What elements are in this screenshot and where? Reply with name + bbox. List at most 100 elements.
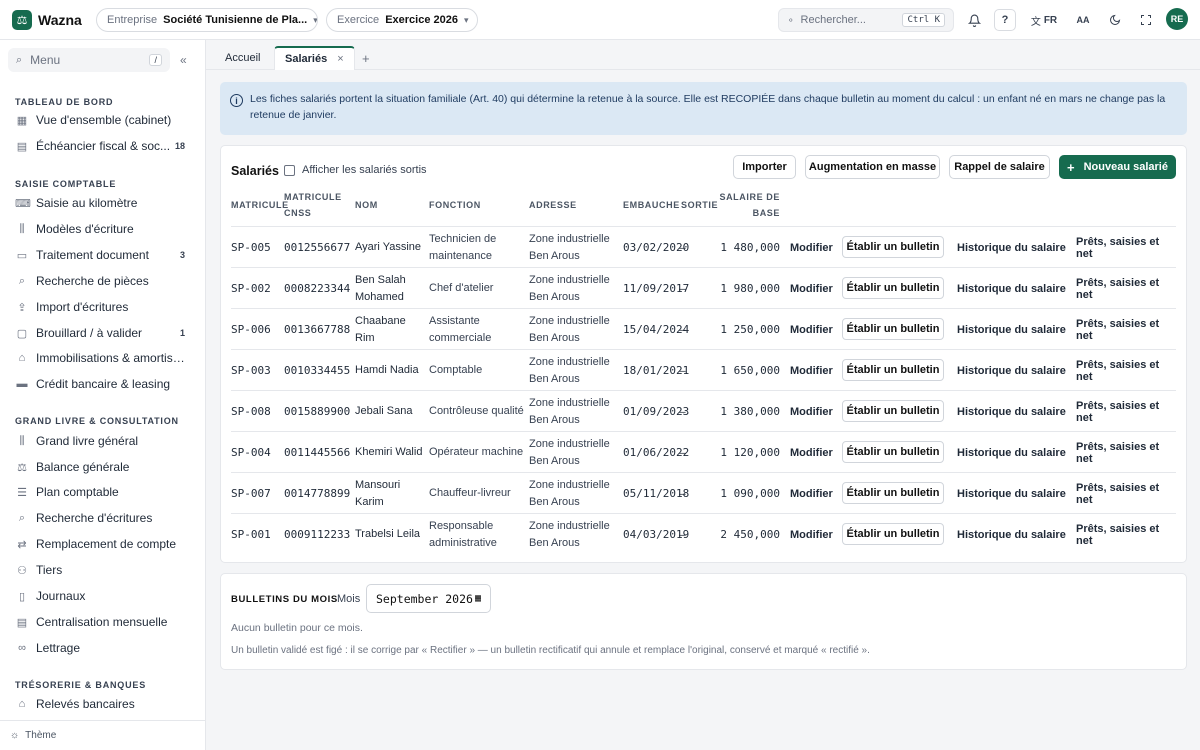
sidebar-item[interactable]: ⌕ Recherche d'écritures [8,506,192,530]
hire-date-cell: 11/09/2017 [623,281,690,295]
edit-link[interactable]: Modifier [790,391,833,432]
sidebar-item[interactable]: ☰ Plan comptable [8,480,192,504]
mass-raise-button[interactable]: Augmentation en masse [805,155,940,179]
tab-salaries[interactable]: Salariés × [274,46,355,70]
salary-history-link[interactable]: Historique du salaire [957,391,1066,432]
avatar[interactable]: RE [1166,8,1188,30]
sidebar-item[interactable]: ▤ Échéancier fiscal & soc... 18 [8,134,192,158]
close-icon[interactable]: × [337,53,343,65]
edit-link[interactable]: Modifier [790,473,833,514]
create-payslip-button[interactable]: Établir un bulletin [842,277,944,299]
table-row: SP-008 0015889900 Jebali Sana Contrôleuse q… [231,390,1176,431]
edit-link[interactable]: Modifier [790,350,833,391]
salary-history-link[interactable]: Historique du salaire [957,350,1066,391]
edit-link[interactable]: Modifier [790,514,833,555]
exit-date-cell: — [679,404,686,418]
import-button[interactable]: Importer [733,155,796,179]
sidebar-item[interactable]: ⌂ Immobilisations & amortisse... [8,346,192,370]
salary-history-link[interactable]: Historique du salaire [957,514,1066,555]
sidebar-item-label: Balance générale [36,460,130,474]
function-cell: Assistante commerciale [429,315,492,344]
loans-link[interactable]: Prêts, saisies et net [1076,432,1176,473]
sidebar-item[interactable]: ▢ Brouillard / à valider 1 [8,321,192,345]
collapse-sidebar-icon[interactable]: « [180,53,187,67]
sidebar-item[interactable]: ⇪ Import d'écritures [8,295,192,319]
sidebar-item[interactable]: ∞ Lettrage [8,636,192,660]
edit-link[interactable]: Modifier [790,227,833,268]
text-size-button[interactable]: AA [1074,10,1092,30]
loans-link[interactable]: Prêts, saisies et net [1076,514,1176,555]
sidebar-item-label: Crédit bancaire & leasing [36,377,171,391]
exercice-selector[interactable]: Exercice Exercice 2026 ▾ [326,8,478,32]
sidebar-item[interactable]: ▭ Traitement document 3 [8,243,192,267]
loans-link[interactable]: Prêts, saisies et net [1076,473,1176,514]
moon-icon[interactable] [1107,10,1123,30]
salary-history-link[interactable]: Historique du salaire [957,309,1066,350]
month-picker-input[interactable]: September 2026 ▦ [366,584,491,613]
sidebar-item[interactable]: ⌕ Recherche de pièces [8,269,192,293]
fullscreen-icon[interactable] [1138,10,1154,30]
address-cell: Zone industrielle Ben Arous [529,356,610,385]
calendar-icon[interactable]: ▦ [475,593,481,604]
sidebar-item[interactable]: ▯ Journaux [8,584,192,608]
function-cell: Comptable [429,364,483,377]
sidebar-item[interactable]: ⇄ Remplacement de compte [8,532,192,556]
menu-search-input[interactable]: ⌕ Menu / [8,48,170,72]
salary-history-link[interactable]: Historique du salaire [957,227,1066,268]
sidebar-item[interactable]: ▤ Centralisation mensuelle [8,610,192,634]
sidebar-item[interactable]: ▬ Crédit bancaire & leasing [8,372,192,396]
sidebar-section-title: TRÉSORERIE & BANQUES [15,680,147,690]
bell-icon[interactable] [966,10,982,30]
create-payslip-button[interactable]: Établir un bulletin [842,236,944,258]
edit-link[interactable]: Modifier [790,432,833,473]
loans-link[interactable]: Prêts, saisies et net [1076,227,1176,268]
calendar-icon: ▤ [16,140,28,153]
theme-toggle[interactable]: ☼ Thème [0,720,206,750]
sidebar-item-label: Lettrage [36,641,81,655]
create-payslip-button[interactable]: Établir un bulletin [842,523,944,545]
sidebar-item[interactable]: ▦ Vue d'ensemble (cabinet) [8,108,192,132]
create-payslip-button[interactable]: Établir un bulletin [842,482,944,504]
users-icon: ⚇ [17,564,27,577]
help-button[interactable]: ? [994,9,1016,31]
salary-cell: 1 650,000 [720,363,780,377]
sidebar-item[interactable]: ⫼ Grand livre général [8,429,192,453]
hire-date-cell: 15/04/2024 [623,322,690,336]
entreprise-selector[interactable]: Entreprise Société Tunisienne de Pla... … [96,8,318,32]
salary-history-link[interactable]: Historique du salaire [957,432,1066,473]
salary-recall-button[interactable]: Rappel de salaire [949,155,1050,179]
create-payslip-button[interactable]: Établir un bulletin [842,400,944,422]
show-exited-checkbox[interactable]: Afficher les salariés sortis [284,164,427,176]
translate-icon: 文 [1030,16,1041,28]
sidebar-item[interactable]: ⌂ Relevés bancaires [8,692,192,716]
tab-accueil[interactable]: Accueil [215,46,270,70]
loans-link[interactable]: Prêts, saisies et net [1076,309,1176,350]
edit-link[interactable]: Modifier [790,268,833,309]
column-header-adresse: ADRESSE [529,200,577,210]
salary-history-link[interactable]: Historique du salaire [957,473,1066,514]
sidebar-item[interactable]: ⚇ Tiers [8,558,192,582]
name-cell: Trabelsi Leila [355,528,421,541]
create-payslip-button[interactable]: Établir un bulletin [842,318,944,340]
sidebar-item[interactable]: ⫼ Modèles d'écriture [8,217,192,241]
tab-label: Salariés [285,53,328,65]
loans-link[interactable]: Prêts, saisies et net [1076,391,1176,432]
sidebar-item[interactable]: ⚖ Balance générale [8,455,192,479]
loans-link[interactable]: Prêts, saisies et net [1076,268,1176,309]
scale-icon[interactable]: ⚖ [12,10,32,30]
loans-link[interactable]: Prêts, saisies et net [1076,350,1176,391]
create-payslip-button[interactable]: Établir un bulletin [842,441,944,463]
checkbox-box[interactable] [284,164,295,176]
tab-label: Accueil [225,52,261,64]
edit-link[interactable]: Modifier [790,309,833,350]
add-tab-button[interactable]: + [352,46,380,70]
new-employee-button[interactable]: + Nouveau salarié [1059,155,1176,179]
name-cell: Ben Salah Mohamed [355,274,406,303]
create-payslip-button[interactable]: Établir un bulletin [842,359,944,381]
table-row: SP-004 0011445566 Khemiri Walid Opérateur m… [231,431,1176,472]
count-badge: 3 [179,250,185,260]
global-search-input[interactable]: ⚬ Rechercher... Ctrl K [778,8,954,32]
language-selector[interactable]: 文 FR [1028,10,1060,30]
salary-history-link[interactable]: Historique du salaire [957,268,1066,309]
sidebar-item[interactable]: ⌨ Saisie au kilomètre [8,191,192,215]
